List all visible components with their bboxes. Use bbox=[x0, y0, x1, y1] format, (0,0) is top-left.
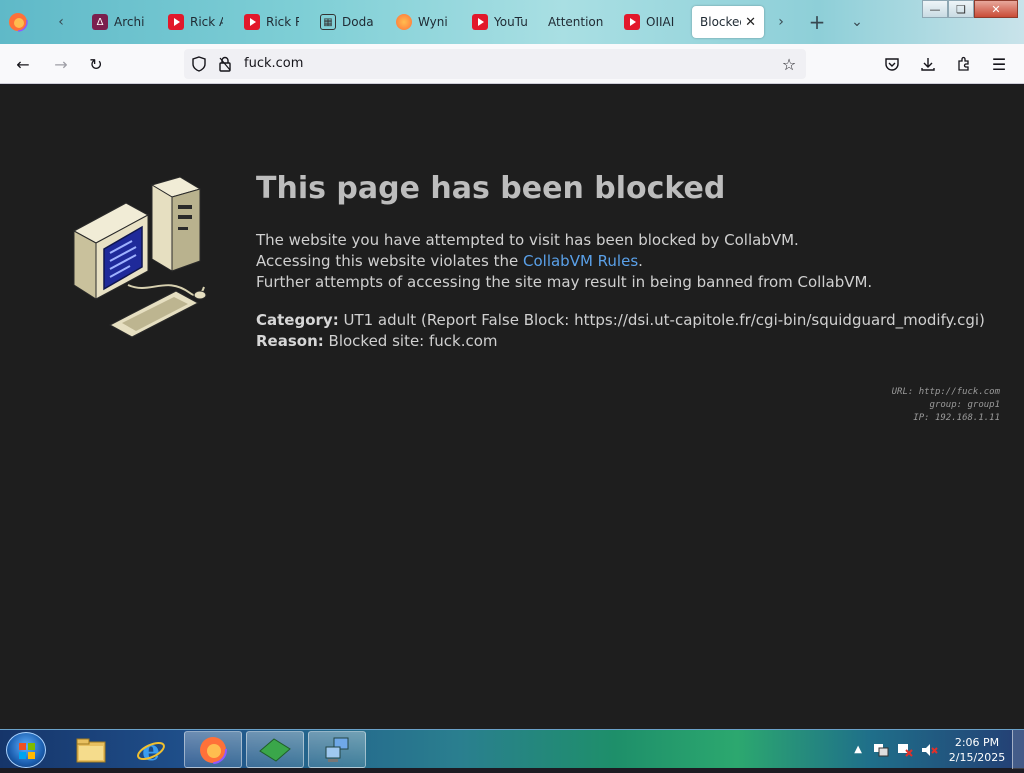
firefox-icon bbox=[396, 14, 412, 30]
ie-taskbar-button[interactable]: e bbox=[122, 731, 180, 768]
forward-icon[interactable]: → bbox=[50, 53, 72, 75]
network-disconnected-icon[interactable] bbox=[896, 742, 914, 758]
tab-label: OIIAI bbox=[646, 15, 675, 29]
rules-message-line: Accessing this website violates the Coll… bbox=[256, 252, 643, 270]
tab-label: Doda bbox=[342, 15, 374, 29]
computer-network-icon bbox=[325, 737, 349, 762]
clock-date: 2/15/2025 bbox=[948, 750, 1006, 764]
restore-icon[interactable]: ❏ bbox=[948, 0, 974, 18]
windows-logo-icon bbox=[19, 743, 35, 759]
hamburger-menu-icon[interactable]: ☰ bbox=[988, 53, 1010, 75]
svg-text:e: e bbox=[142, 734, 160, 766]
archive-icon: Δ bbox=[92, 14, 108, 30]
youtube-icon bbox=[168, 14, 184, 30]
tab-blocked[interactable]: Blocked ✕ bbox=[692, 6, 764, 38]
shield-icon[interactable] bbox=[188, 53, 210, 75]
tab-label: Archi bbox=[114, 15, 145, 29]
back-icon[interactable]: ← bbox=[12, 53, 34, 75]
category-value: UT1 adult (Report False Block: https://d… bbox=[338, 311, 985, 329]
tab-doda[interactable]: ▦ Doda bbox=[320, 6, 375, 38]
volume-muted-icon[interactable] bbox=[920, 742, 938, 758]
bookmark-star-icon[interactable]: ☆ bbox=[778, 53, 800, 75]
internet-explorer-icon: e bbox=[137, 734, 165, 766]
tab-label: Rick A bbox=[190, 15, 223, 29]
tab-rick-r[interactable]: Rick R bbox=[244, 6, 299, 38]
green-window-icon bbox=[259, 737, 291, 762]
action-center-icon[interactable] bbox=[872, 742, 890, 758]
youtube-icon bbox=[472, 14, 488, 30]
tab-label: YouTu bbox=[494, 15, 527, 29]
show-desktop-button[interactable] bbox=[1012, 730, 1024, 769]
show-hidden-icons-icon[interactable]: ▲ bbox=[854, 744, 862, 755]
category-line: Category: UT1 adult (Report False Block:… bbox=[256, 311, 985, 329]
tab-label: Blocked bbox=[700, 15, 741, 29]
tab-youtube[interactable]: YouTu bbox=[472, 6, 527, 38]
tab-attention[interactable]: Attention bbox=[548, 6, 608, 38]
clock[interactable]: 2:06 PM 2/15/2025 bbox=[942, 735, 1012, 765]
window-controls: — ❏ ✕ bbox=[922, 0, 1018, 18]
new-tab-icon[interactable]: + bbox=[806, 10, 828, 34]
scroll-tabs-left-icon[interactable]: ‹ bbox=[50, 11, 72, 33]
youtube-icon bbox=[244, 14, 260, 30]
reload-icon[interactable]: ↻ bbox=[85, 53, 107, 75]
tab-archive[interactable]: Δ Archi bbox=[92, 6, 147, 38]
firefox-taskbar-button[interactable] bbox=[184, 731, 242, 768]
collabvm-rules-link[interactable]: CollabVM Rules bbox=[523, 252, 638, 270]
app-taskbar-button[interactable] bbox=[246, 731, 304, 768]
tab-rick-a[interactable]: Rick A bbox=[168, 6, 223, 38]
list-all-tabs-icon[interactable]: ⌄ bbox=[846, 11, 868, 33]
meta-ip: IP: 192.168.1.11 bbox=[913, 413, 1000, 423]
block-message-line: The website you have attempted to visit … bbox=[256, 231, 799, 249]
request-meta: URL: http://fuck.com group: group1 IP: 1… bbox=[892, 386, 1000, 425]
tab-oiiai[interactable]: OIIAI bbox=[624, 6, 679, 38]
url-text[interactable]: fuck.com bbox=[244, 56, 303, 71]
firefox-menu-icon[interactable] bbox=[8, 12, 28, 32]
reason-label: Reason: bbox=[256, 332, 324, 350]
scroll-tabs-right-icon[interactable]: › bbox=[770, 11, 792, 33]
start-button[interactable] bbox=[6, 732, 46, 768]
close-tab-icon[interactable]: ✕ bbox=[745, 15, 756, 30]
navigation-toolbar: ← → ↻ fuck.com ☆ ☰ bbox=[0, 44, 1024, 84]
youtube-icon bbox=[624, 14, 640, 30]
blocked-page: This page has been blocked The website y… bbox=[0, 85, 1024, 729]
system-tray: ▲ 2:06 PM 2/15/2025 bbox=[854, 730, 1024, 769]
folder-icon bbox=[76, 738, 106, 762]
category-label: Category: bbox=[256, 311, 339, 329]
explorer-taskbar-button[interactable] bbox=[62, 731, 120, 768]
firefox-icon bbox=[199, 735, 227, 764]
tab-label: Rick R bbox=[266, 15, 299, 29]
extension-icon: ▦ bbox=[320, 14, 336, 30]
reason-line: Reason: Blocked site: fuck.com bbox=[256, 332, 498, 350]
extensions-icon[interactable] bbox=[953, 53, 975, 75]
minimize-icon[interactable]: — bbox=[922, 0, 948, 18]
clock-time: 2:06 PM bbox=[954, 735, 1000, 749]
network-app-taskbar-button[interactable] bbox=[308, 731, 366, 768]
tab-label: Wyni bbox=[418, 15, 448, 29]
page-info-icon[interactable] bbox=[214, 53, 236, 75]
reason-value: Blocked site: fuck.com bbox=[323, 332, 498, 350]
tab-wyni[interactable]: Wyni bbox=[396, 6, 451, 38]
tab-label: Attention bbox=[548, 15, 604, 29]
pocket-icon[interactable] bbox=[881, 53, 903, 75]
rules-text: Accessing this website violates the bbox=[256, 252, 523, 270]
meta-url: URL: http://fuck.com bbox=[891, 387, 1000, 397]
url-bar[interactable]: fuck.com ☆ bbox=[184, 49, 806, 79]
downloads-icon[interactable] bbox=[917, 53, 939, 75]
close-window-icon[interactable]: ✕ bbox=[974, 0, 1018, 18]
ban-warning-line: Further attempts of accessing the site m… bbox=[256, 273, 873, 291]
rules-period: . bbox=[638, 252, 643, 270]
meta-group: group: group1 bbox=[929, 400, 1000, 410]
page-title: This page has been blocked bbox=[256, 171, 726, 206]
tab-strip: ‹ Δ Archi Rick A Rick R ▦ Doda Wyni YouT… bbox=[0, 0, 1024, 44]
taskbar: e ▲ 2:06 PM 2/15/2025 bbox=[0, 729, 1024, 769]
computer-illustration bbox=[70, 175, 210, 341]
